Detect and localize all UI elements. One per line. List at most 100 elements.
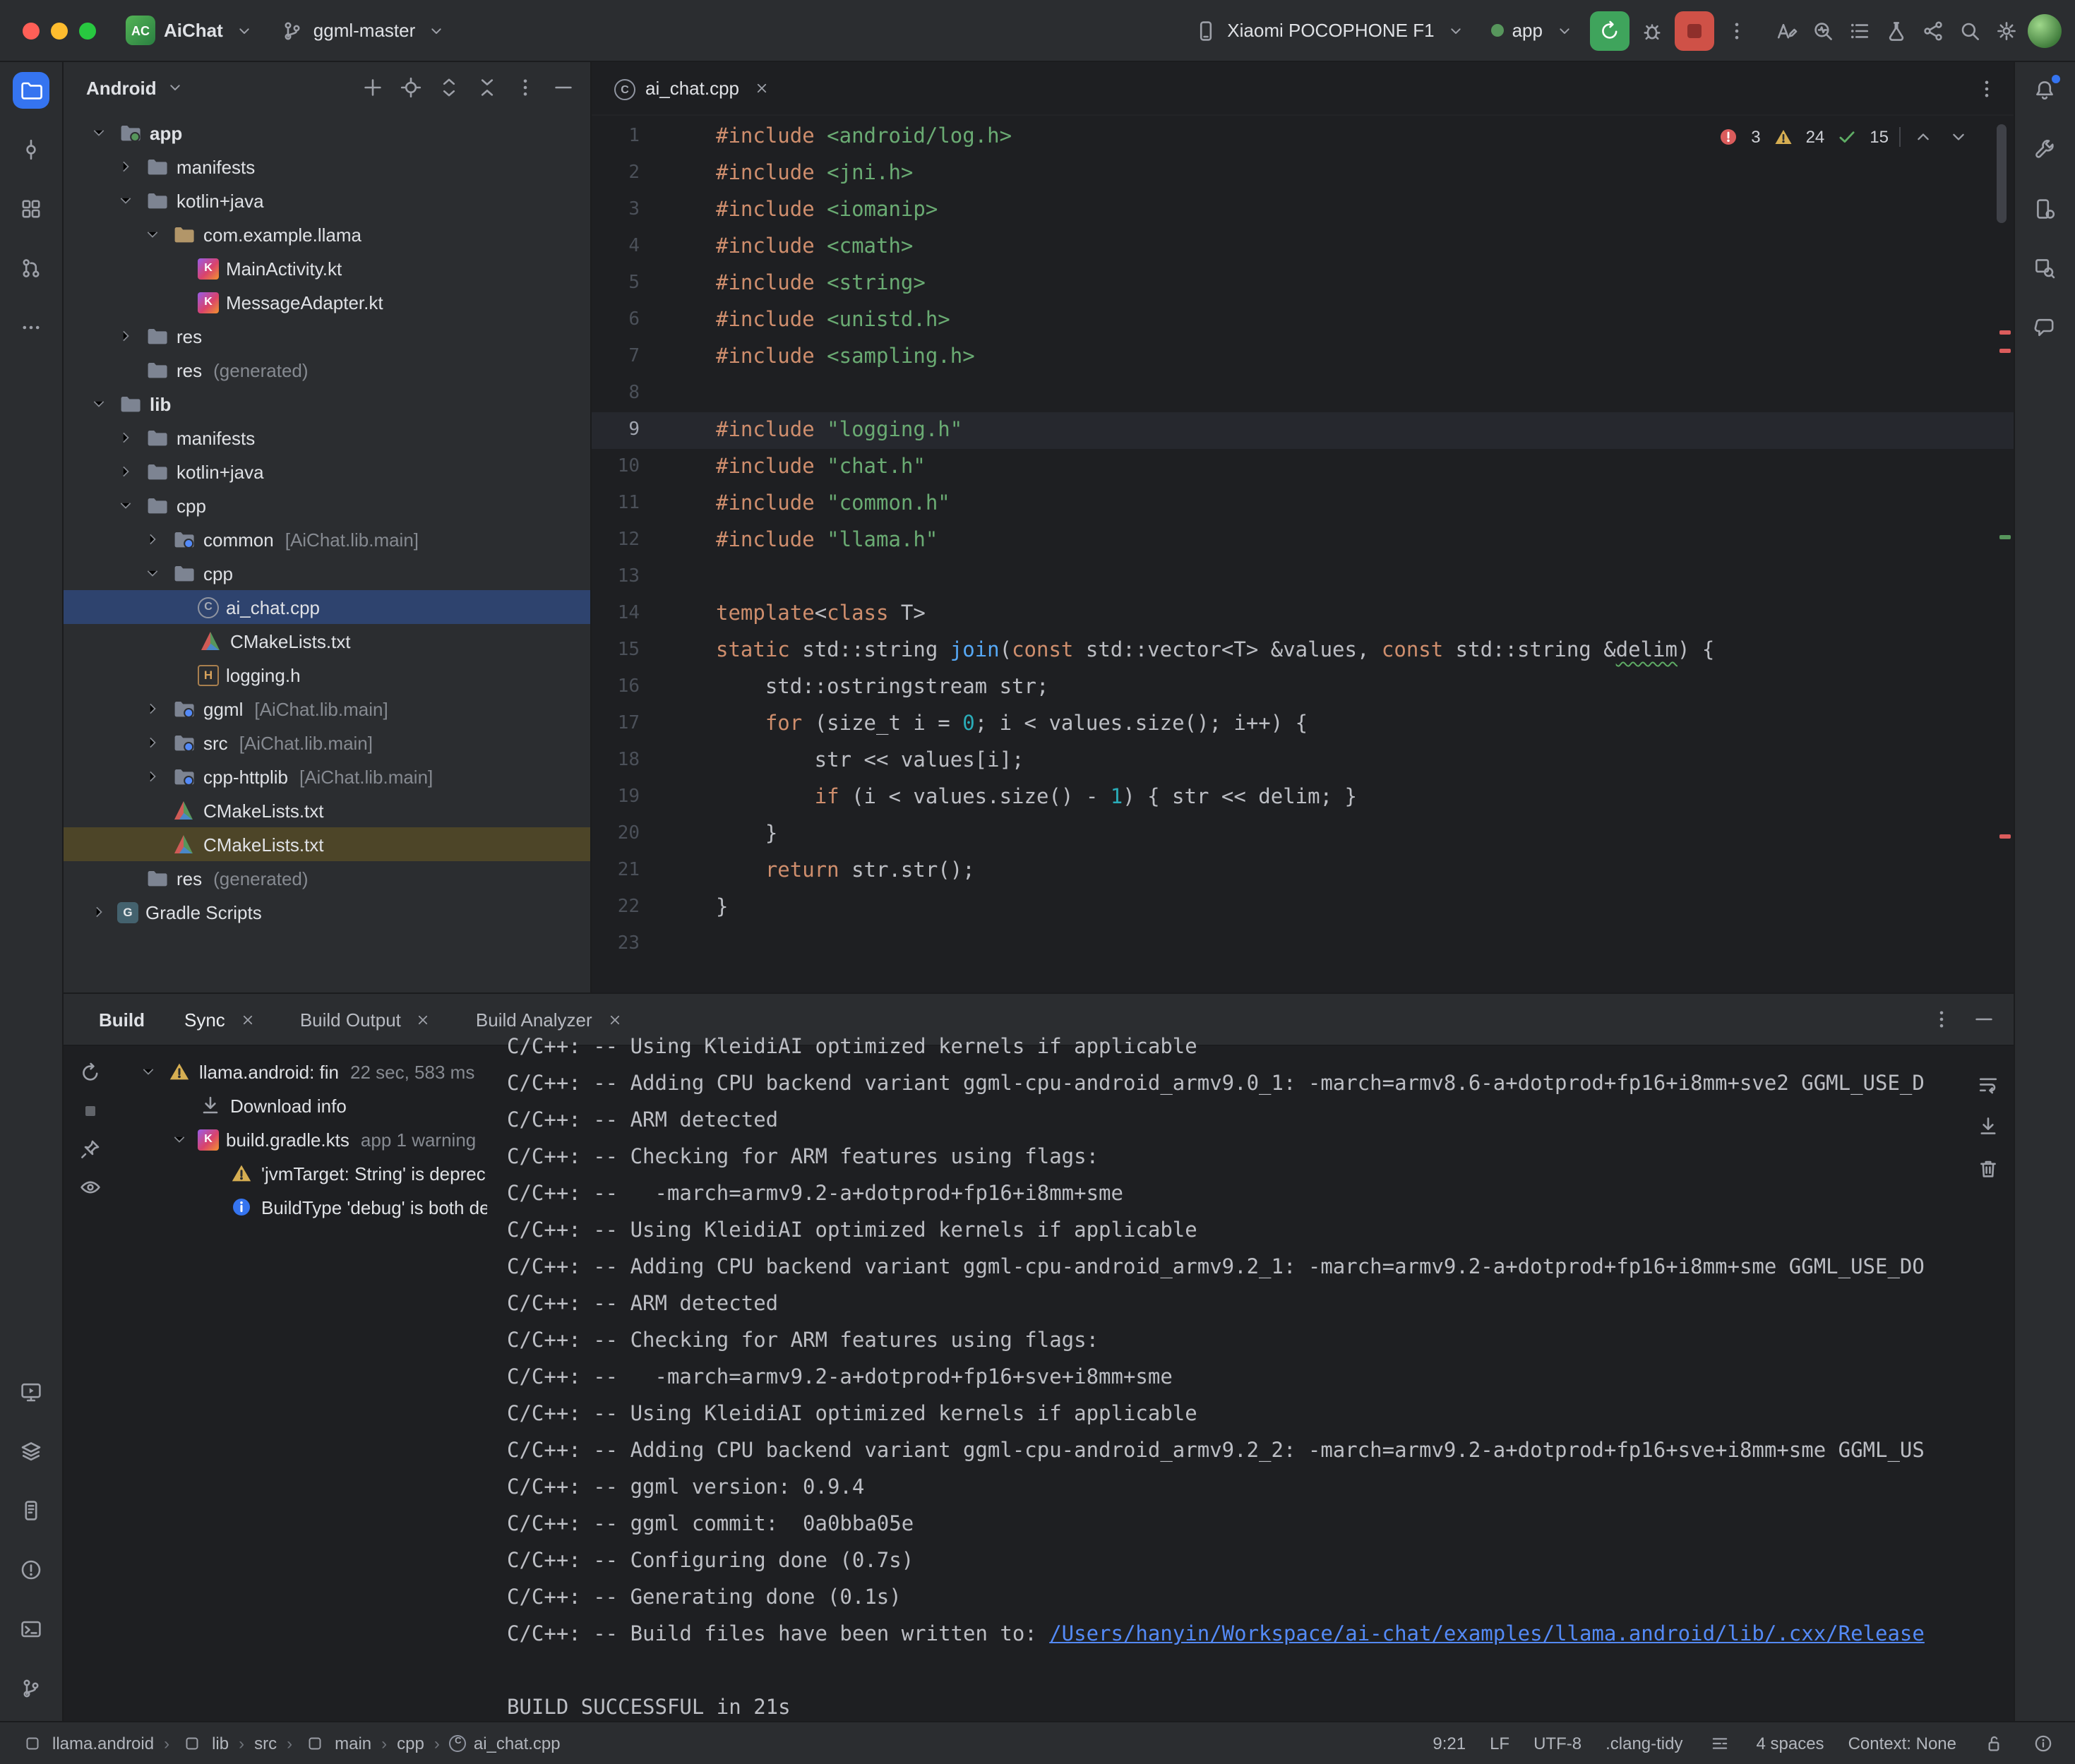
code-line-15[interactable]: 15static std::string join(const std::vec… — [592, 632, 2013, 669]
line-number[interactable]: 5 — [592, 265, 654, 302]
chevron-down-icon[interactable] — [141, 563, 164, 583]
stripe-mark[interactable] — [1999, 349, 2010, 353]
build-tab-build-output[interactable]: Build Output — [300, 994, 436, 1045]
line-number[interactable]: 8 — [592, 376, 654, 412]
line-number[interactable]: 2 — [592, 155, 654, 192]
next-problem-icon[interactable] — [1945, 124, 1971, 150]
problems-tool-button[interactable] — [13, 1551, 49, 1588]
close-window-button[interactable] — [23, 22, 40, 39]
tree-item-cmakelists-txt[interactable]: CMakeLists.txt — [64, 793, 590, 827]
device-manager-tool-button[interactable] — [2026, 191, 2063, 227]
device-streaming-icon[interactable] — [1920, 18, 1945, 43]
editor-scrollbar[interactable] — [1996, 124, 2006, 223]
code-line-11[interactable]: 11#include "common.h" — [592, 486, 2013, 522]
tree-item-common[interactable]: common[AiChat.lib.main] — [64, 522, 590, 556]
code-line-9[interactable]: 9#include "logging.h" — [592, 412, 2013, 449]
close-tab-icon[interactable] — [749, 76, 775, 101]
tree-item-res[interactable]: res(generated) — [64, 861, 590, 895]
tree-item-buildtype-debug-is-both-de[interactable]: BuildType 'debug' is both de — [117, 1190, 487, 1224]
tree-item-cpp-httplib[interactable]: cpp-httplib[AiChat.lib.main] — [64, 760, 590, 793]
code-style[interactable] — [1707, 1730, 1733, 1756]
chevron-right-icon[interactable] — [141, 733, 164, 752]
project-view-selector[interactable]: Android — [86, 77, 157, 98]
project-tool-button[interactable] — [13, 72, 49, 109]
breadcrumb-src[interactable]: src — [254, 1733, 277, 1753]
stop-build-icon[interactable] — [78, 1098, 103, 1124]
chevron-right-icon[interactable] — [114, 428, 137, 448]
code-line-18[interactable]: 18 str << values[i]; — [592, 743, 2013, 779]
close-tab-icon[interactable] — [602, 1007, 628, 1032]
tree-item-lib[interactable]: lib — [64, 387, 590, 421]
tree-item-logging-h[interactable]: Hlogging.h — [64, 658, 590, 692]
build-console[interactable]: C/C++: -- Using KleidiAI optimized kerne… — [487, 1029, 1962, 1720]
close-tab-icon[interactable] — [235, 1007, 261, 1032]
line-number[interactable]: 19 — [592, 779, 654, 816]
pin-tab-icon[interactable] — [78, 1136, 103, 1162]
expand-all-icon[interactable] — [436, 75, 462, 100]
profile-avatar[interactable] — [2027, 13, 2061, 47]
terminal-tool-button[interactable] — [13, 1610, 49, 1647]
build-variants-tool-button[interactable] — [13, 1432, 49, 1469]
console-line[interactable]: C/C++: -- ggml version: 0.9.4 — [507, 1470, 1962, 1506]
line-number[interactable]: 3 — [592, 192, 654, 229]
code-line-5[interactable]: 5#include <string> — [592, 265, 2013, 302]
running-devices-tool-button[interactable] — [13, 1373, 49, 1410]
console-line[interactable]: C/C++: -- ARM detected — [507, 1103, 1962, 1139]
tree-item-com-example-llama[interactable]: com.example.llama — [64, 217, 590, 251]
gradle-tool-button[interactable] — [2026, 131, 2063, 168]
collapse-all-icon[interactable] — [474, 75, 500, 100]
code-line-12[interactable]: 12#include "llama.h" — [592, 522, 2013, 559]
file-link[interactable]: /Users/hanyin/Workspace/ai-chat/examples… — [1049, 1624, 1925, 1646]
code-line-17[interactable]: 17 for (size_t i = 0; i < values.size();… — [592, 706, 2013, 743]
logcat-tool-button[interactable] — [13, 1492, 49, 1528]
add-icon[interactable] — [360, 75, 385, 100]
tree-item-cmakelists-txt[interactable]: CMakeLists.txt — [64, 827, 590, 861]
clear-all-icon[interactable] — [1975, 1156, 2000, 1182]
chevron-down-icon[interactable] — [88, 123, 110, 143]
console-line[interactable]: C/C++: -- Using KleidiAI optimized kerne… — [507, 1213, 1962, 1249]
line-number[interactable]: 22 — [592, 889, 654, 926]
notifications-button[interactable] — [2026, 72, 2063, 109]
caret-position-widget[interactable]: 9:21 — [1433, 1733, 1466, 1753]
code-line-16[interactable]: 16 std::ostringstream str; — [592, 669, 2013, 706]
console-line[interactable]: C/C++: -- Adding CPU backend variant ggm… — [507, 1249, 1962, 1286]
chevron-right-icon[interactable] — [141, 767, 164, 786]
line-number[interactable]: 1 — [592, 119, 654, 155]
code-line-19[interactable]: 19 if (i < values.size() - 1) { str << d… — [592, 779, 2013, 816]
line-number[interactable]: 15 — [592, 632, 654, 669]
chevron-right-icon[interactable] — [141, 529, 164, 549]
console-line[interactable]: C/C++: -- Configuring done (0.7s) — [507, 1543, 1962, 1580]
run-configuration-selector[interactable]: app — [1481, 12, 1586, 49]
console-line[interactable]: BUILD SUCCESSFUL in 21s — [507, 1690, 1962, 1720]
breadcrumb-lib[interactable]: lib — [179, 1730, 229, 1756]
resolve-context-widget[interactable]: Context: None — [1848, 1733, 1956, 1753]
build-tab-sync[interactable]: Sync — [184, 994, 261, 1045]
chevron-right-icon[interactable] — [114, 326, 137, 346]
line-number[interactable]: 6 — [592, 302, 654, 339]
run-button[interactable] — [1589, 11, 1629, 50]
code-line-2[interactable]: 2#include <jni.h> — [592, 155, 2013, 192]
chevron-down-icon[interactable] — [137, 1062, 160, 1081]
line-number[interactable]: 21 — [592, 853, 654, 889]
scroll-to-end-icon[interactable] — [1975, 1114, 2000, 1139]
line-number[interactable]: 18 — [592, 743, 654, 779]
tree-item-download-info[interactable]: Download info — [117, 1088, 487, 1122]
tree-item-kotlin-java[interactable]: kotlin+java — [64, 455, 590, 488]
soft-wrap-icon[interactable] — [1975, 1072, 2000, 1097]
ide-status[interactable] — [2030, 1730, 2055, 1756]
tree-item-jvmtarget-string-is-deprec[interactable]: 'jvmTarget: String' is deprec — [117, 1156, 487, 1190]
rerun-build-icon[interactable] — [78, 1060, 103, 1086]
tree-item-ai-chat-cpp[interactable]: Cai_chat.cpp — [64, 590, 590, 624]
line-number[interactable]: 4 — [592, 229, 654, 265]
app-inspection-icon[interactable] — [1883, 18, 1908, 43]
pull-requests-tool-button[interactable] — [13, 250, 49, 287]
minimize-window-button[interactable] — [51, 22, 68, 39]
chevron-down-icon[interactable] — [114, 191, 137, 210]
console-line[interactable]: C/C++: -- ggml commit: 0a0bba05e — [507, 1506, 1962, 1543]
console-line[interactable]: C/C++: -- ARM detected — [507, 1286, 1962, 1323]
branch-selector[interactable]: ggml-master — [270, 12, 460, 49]
console-line[interactable]: C/C++: -- Using KleidiAI optimized kerne… — [507, 1029, 1962, 1066]
clang-tidy-status-widget[interactable]: .clang-tidy — [1605, 1733, 1682, 1753]
file-encoding-widget[interactable]: UTF-8 — [1533, 1733, 1581, 1753]
chevron-right-icon[interactable] — [88, 902, 110, 922]
